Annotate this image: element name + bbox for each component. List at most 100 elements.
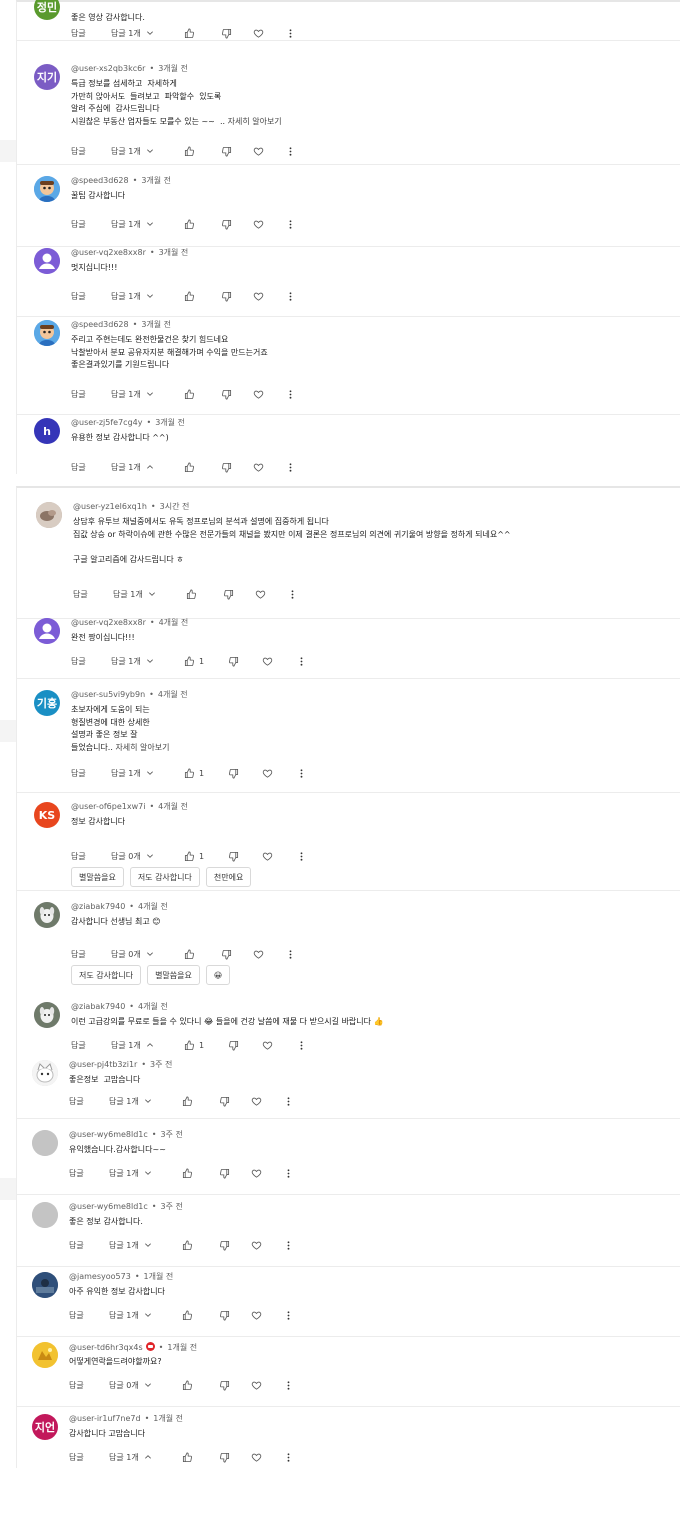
- avatar[interactable]: [34, 1002, 60, 1028]
- view-replies-button[interactable]: 답글 1개: [111, 460, 154, 474]
- avatar[interactable]: [32, 1202, 58, 1228]
- author-name[interactable]: @ziabak7940: [71, 1002, 125, 1011]
- like-button[interactable]: [184, 217, 195, 231]
- avatar[interactable]: [32, 1130, 58, 1156]
- dislike-button[interactable]: [228, 1038, 239, 1052]
- view-replies-button[interactable]: 답글 1개: [113, 587, 156, 601]
- like-button[interactable]: [186, 587, 197, 601]
- heart-button[interactable]: [253, 26, 264, 40]
- view-replies-button[interactable]: 답글 1개: [109, 1166, 152, 1180]
- reply-button[interactable]: 답글: [71, 849, 86, 863]
- author-name[interactable]: @user-yz1el6xq1h: [73, 502, 147, 511]
- comment-timestamp[interactable]: 3개월 전: [159, 248, 189, 257]
- dislike-button[interactable]: [219, 1238, 230, 1252]
- more-actions-button[interactable]: [296, 849, 307, 863]
- avatar[interactable]: [34, 618, 60, 644]
- like-button[interactable]: [182, 1094, 193, 1108]
- more-actions-button[interactable]: [283, 1308, 294, 1322]
- author-name[interactable]: @user-vq2xe8xx8r: [71, 248, 146, 257]
- heart-button[interactable]: [253, 947, 264, 961]
- comment-timestamp[interactable]: 3주 전: [161, 1202, 183, 1211]
- like-button[interactable]: 1: [184, 849, 204, 863]
- reply-button[interactable]: 답글: [71, 217, 86, 231]
- view-replies-button[interactable]: 답글 0개: [111, 947, 154, 961]
- author-name[interactable]: @user-td6hr3qx4s: [69, 1343, 143, 1352]
- author-name[interactable]: @user-su5vi9yb9n: [71, 690, 145, 699]
- author-name[interactable]: @user-zj5fe7cg4y: [71, 418, 142, 427]
- comment-timestamp[interactable]: 1개월 전: [144, 1272, 174, 1281]
- reply-button[interactable]: 답글: [71, 289, 86, 303]
- more-actions-button[interactable]: [285, 947, 296, 961]
- like-button[interactable]: 1: [184, 766, 204, 780]
- heart-button[interactable]: [251, 1450, 262, 1464]
- like-button[interactable]: [184, 289, 195, 303]
- heart-button[interactable]: [253, 460, 264, 474]
- heart-button[interactable]: [262, 766, 273, 780]
- view-replies-button[interactable]: 답글 0개: [111, 849, 154, 863]
- heart-button[interactable]: [262, 849, 273, 863]
- view-replies-button[interactable]: 답글 1개: [111, 1038, 154, 1052]
- more-actions-button[interactable]: [283, 1166, 294, 1180]
- read-more-link[interactable]: 자세히 알아보기: [228, 117, 282, 126]
- read-more-link[interactable]: 자세히 알아보기: [115, 743, 169, 752]
- reply-button[interactable]: 답글: [71, 460, 86, 474]
- view-replies-button[interactable]: 답글 1개: [111, 144, 154, 158]
- avatar[interactable]: [34, 176, 60, 202]
- avatar[interactable]: 기홍: [34, 690, 60, 716]
- reply-button[interactable]: 답글: [69, 1238, 84, 1252]
- dislike-button[interactable]: [221, 289, 232, 303]
- view-replies-button[interactable]: 답글 1개: [109, 1094, 152, 1108]
- like-button[interactable]: [182, 1308, 193, 1322]
- suggested-reply-chip[interactable]: 😀: [205, 965, 231, 985]
- author-name[interactable]: @user-wy6me8ld1c: [69, 1130, 148, 1139]
- author-name[interactable]: @speed3d628: [71, 320, 129, 329]
- reply-button[interactable]: 답글: [69, 1094, 84, 1108]
- like-button[interactable]: 1: [184, 1038, 204, 1052]
- dislike-button[interactable]: [223, 587, 234, 601]
- heart-button[interactable]: [262, 1038, 273, 1052]
- heart-button[interactable]: [251, 1238, 262, 1252]
- suggested-reply-chip[interactable]: 저도 감사합니다: [129, 867, 200, 887]
- like-button[interactable]: [184, 26, 195, 40]
- more-actions-button[interactable]: [296, 1038, 307, 1052]
- author-name[interactable]: @speed3d628: [71, 176, 129, 185]
- comment-timestamp[interactable]: 3시간 전: [160, 502, 190, 511]
- comment-timestamp[interactable]: 1개월 전: [153, 1414, 183, 1423]
- heart-button[interactable]: [262, 654, 273, 668]
- like-button[interactable]: 1: [184, 654, 204, 668]
- comment-timestamp[interactable]: 4개월 전: [158, 690, 188, 699]
- heart-button[interactable]: [253, 144, 264, 158]
- dislike-button[interactable]: [221, 26, 232, 40]
- suggested-reply-chip[interactable]: 저도 감사합니다: [71, 965, 142, 985]
- more-actions-button[interactable]: [283, 1378, 294, 1392]
- more-actions-button[interactable]: [283, 1450, 294, 1464]
- comment-timestamp[interactable]: 3개월 전: [141, 176, 171, 185]
- author-name[interactable]: @user-vq2xe8xx8r: [71, 618, 146, 627]
- dislike-button[interactable]: [219, 1166, 230, 1180]
- comment-timestamp[interactable]: 4개월 전: [138, 1002, 168, 1011]
- suggested-reply-chip[interactable]: 별말씀을요: [71, 867, 124, 887]
- like-button[interactable]: [182, 1166, 193, 1180]
- reply-button[interactable]: 답글: [69, 1308, 84, 1322]
- dislike-button[interactable]: [221, 947, 232, 961]
- more-actions-button[interactable]: [296, 766, 307, 780]
- comment-timestamp[interactable]: 3개월 전: [141, 320, 171, 329]
- avatar[interactable]: [36, 502, 62, 528]
- reply-button[interactable]: 답글: [71, 766, 86, 780]
- avatar[interactable]: 지기: [34, 64, 60, 90]
- more-actions-button[interactable]: [285, 144, 296, 158]
- heart-button[interactable]: [251, 1166, 262, 1180]
- comment-timestamp[interactable]: 4개월 전: [138, 902, 168, 911]
- dislike-button[interactable]: [228, 766, 239, 780]
- more-actions-button[interactable]: [283, 1238, 294, 1252]
- heart-button[interactable]: [255, 587, 266, 601]
- like-button[interactable]: [182, 1450, 193, 1464]
- suggested-reply-chip[interactable]: 별말씀을요: [147, 965, 200, 985]
- reply-button[interactable]: 답글: [71, 387, 86, 401]
- dislike-button[interactable]: [221, 144, 232, 158]
- avatar[interactable]: [34, 902, 60, 928]
- heart-button[interactable]: [251, 1094, 262, 1108]
- author-name[interactable]: @user-wy6me8ld1c: [69, 1202, 148, 1211]
- comment-timestamp[interactable]: 1개월 전: [167, 1343, 197, 1352]
- avatar[interactable]: [32, 1272, 58, 1298]
